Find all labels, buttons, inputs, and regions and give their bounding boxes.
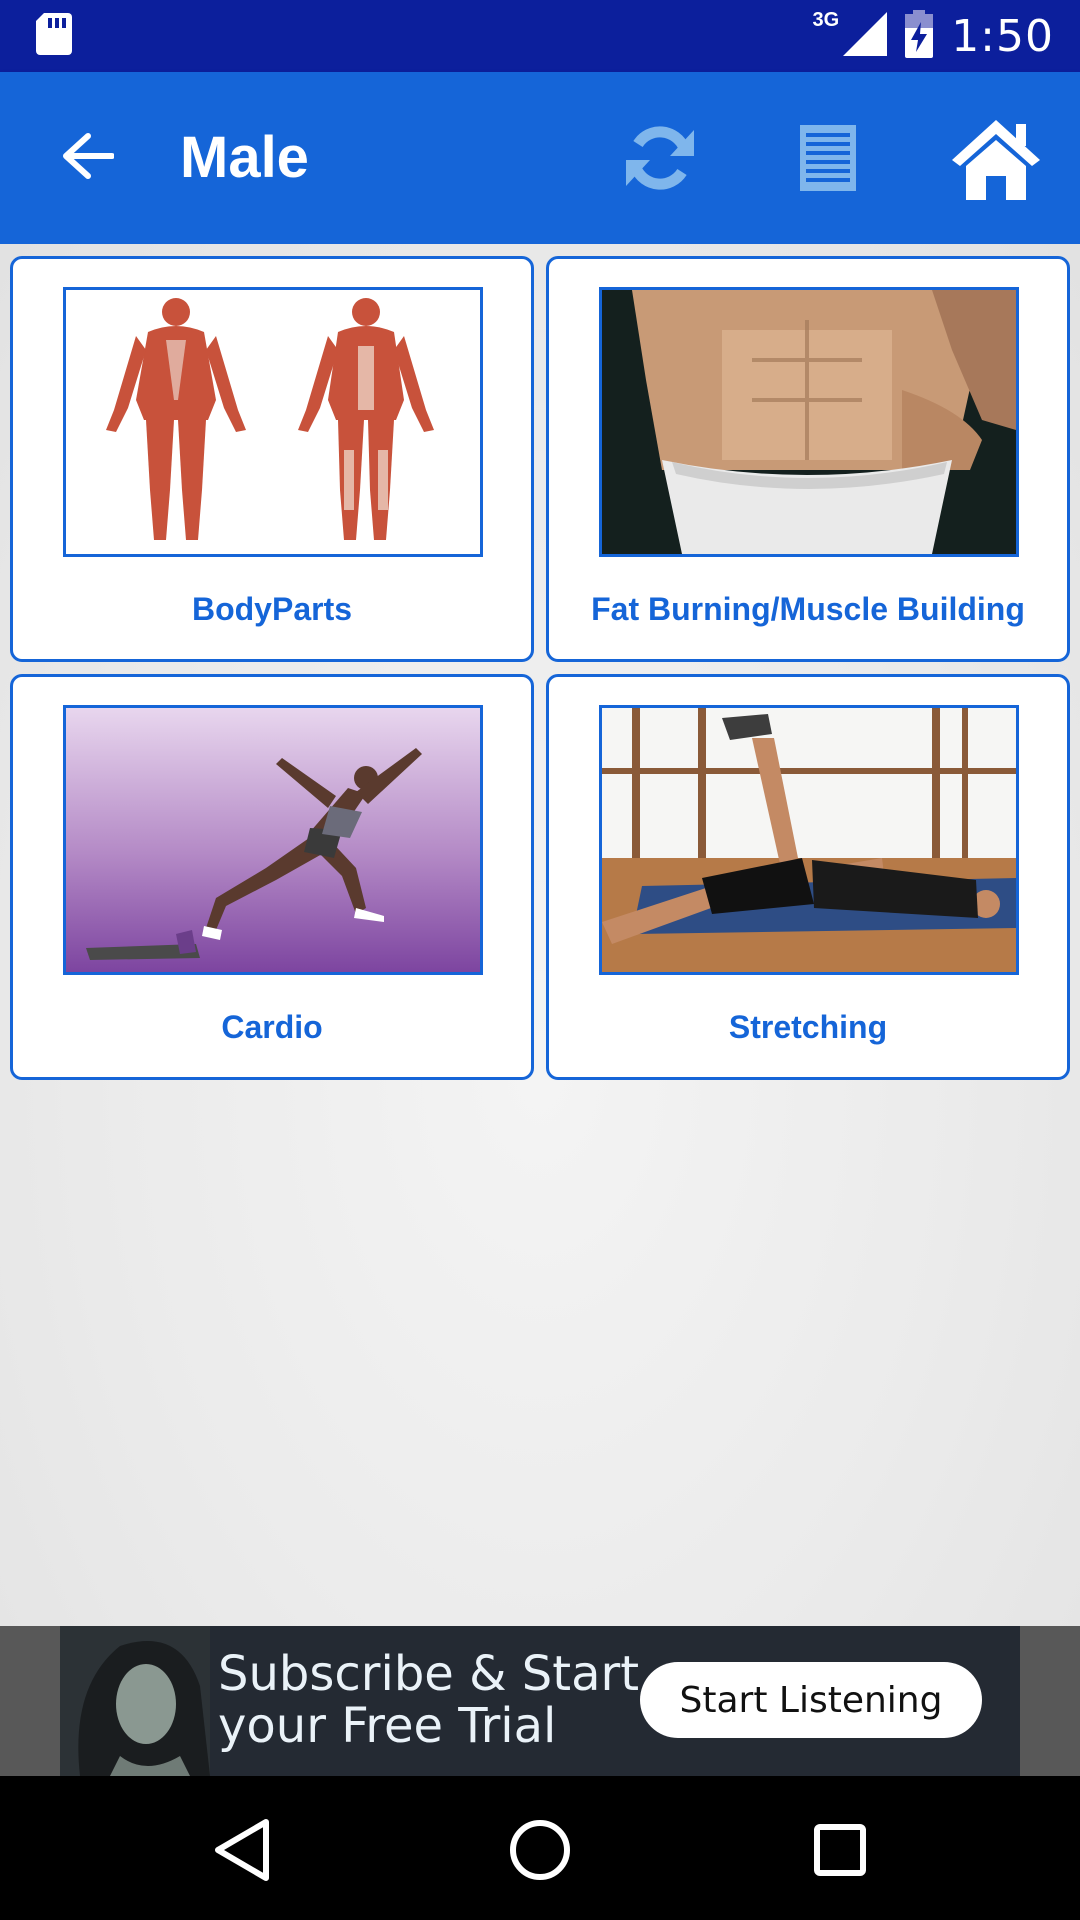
card-stretching[interactable]: Stretching (546, 674, 1070, 1080)
nav-back-icon (212, 1818, 272, 1887)
card-label: Cardio (221, 1009, 323, 1045)
nav-recent-button[interactable] (800, 1812, 880, 1892)
ad-banner[interactable]: Subscribe & Start your Free Trial Start … (60, 1626, 1020, 1776)
status-bar: 3G 1:50 (0, 0, 1080, 72)
refresh-button[interactable] (610, 110, 710, 210)
home-icon (950, 116, 1042, 205)
list-button[interactable] (778, 110, 878, 210)
card-label: Stretching (728, 1009, 888, 1045)
nav-back-button[interactable] (202, 1812, 282, 1892)
bodyparts-image (63, 287, 483, 557)
list-icon (800, 124, 856, 196)
status-time: 1:50 (951, 10, 1054, 62)
card-fat-burning-muscle-building[interactable]: Fat Burning/Muscle Building (546, 256, 1070, 662)
start-listening-button[interactable]: Start Listening (640, 1662, 982, 1738)
refresh-icon (624, 122, 696, 199)
home-button[interactable] (946, 110, 1046, 210)
category-grid: BodyParts Fat Burning/Muscle Building Ca… (10, 256, 1070, 1080)
arrow-left-icon (62, 132, 115, 185)
card-label: Fat Burning/Muscle Building (591, 591, 1025, 627)
ad-line-1: Subscribe & Start (218, 1646, 640, 1702)
content-area: BodyParts Fat Burning/Muscle Building Ca… (0, 244, 1080, 1626)
card-label: BodyParts (191, 591, 353, 627)
nav-home-button[interactable] (500, 1812, 580, 1892)
ad-headline: Subscribe & Start your Free Trial (218, 1648, 639, 1752)
card-cardio[interactable]: Cardio (10, 674, 534, 1080)
battery-charging-icon (905, 9, 934, 63)
card-bodyparts[interactable]: BodyParts (10, 256, 534, 662)
ad-portrait-image (60, 1626, 210, 1776)
signal-icon (843, 11, 888, 61)
system-nav-bar (0, 1776, 1080, 1920)
nav-recent-icon (813, 1823, 867, 1882)
network-type: 3G (812, 8, 840, 31)
fat-burning-image (599, 287, 1019, 557)
sd-card-icon (36, 12, 72, 60)
app-bar: Male (0, 72, 1080, 244)
nav-home-icon (509, 1819, 571, 1886)
page-title: Male (180, 125, 309, 190)
back-button[interactable] (52, 122, 124, 194)
ad-line-2: your Free Trial (218, 1698, 557, 1754)
cardio-image (63, 705, 483, 975)
ad-strip: Subscribe & Start your Free Trial Start … (0, 1626, 1080, 1776)
stretching-image (599, 705, 1019, 975)
